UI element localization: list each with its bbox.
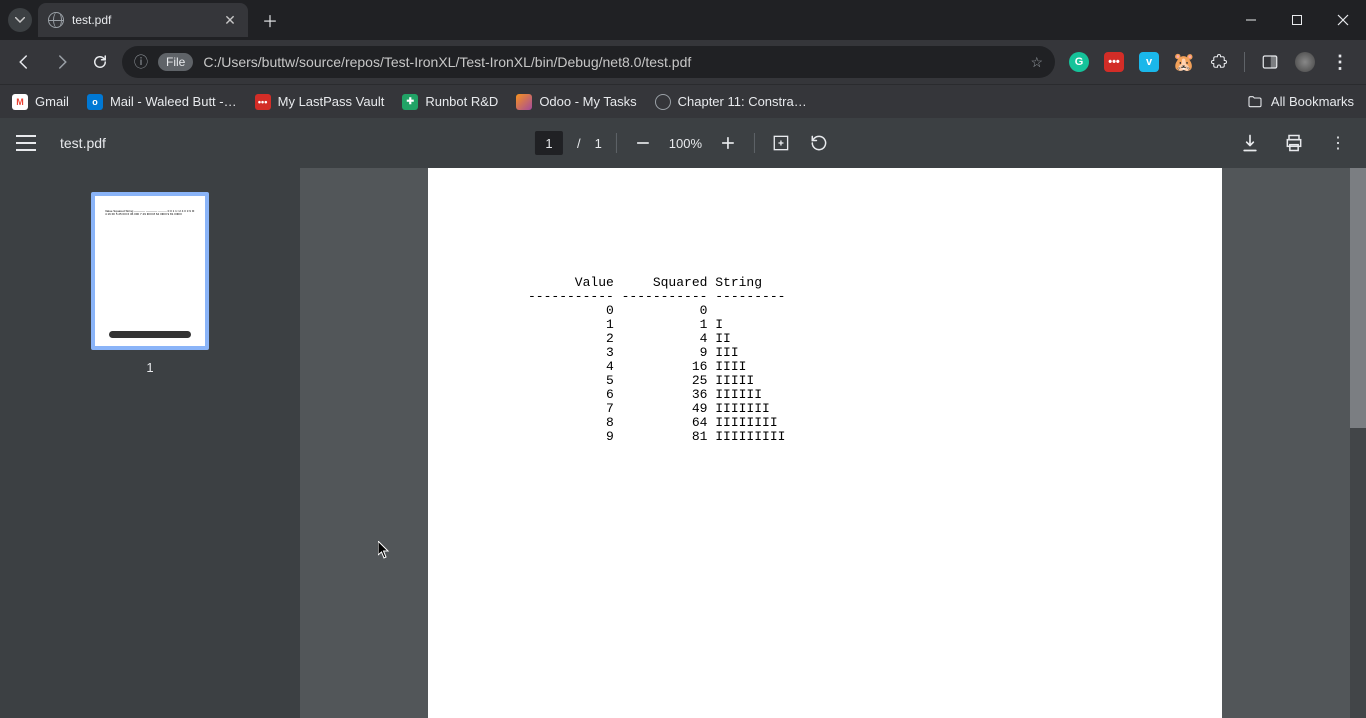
zoom-in-button[interactable]	[716, 131, 740, 155]
close-tab-button[interactable]: ✕	[222, 12, 238, 28]
globe-icon	[48, 12, 64, 28]
separator	[616, 133, 617, 153]
separator	[1244, 52, 1245, 72]
thumbnail-page-number: 1	[146, 360, 153, 375]
page-number-input[interactable]	[535, 131, 563, 155]
file-chip-label: File	[166, 55, 185, 69]
rotate-button[interactable]	[807, 131, 831, 155]
print-button[interactable]	[1282, 131, 1306, 155]
back-button[interactable]	[8, 46, 40, 78]
bookmark-label: Runbot R&D	[425, 94, 498, 109]
pdf-menu-button[interactable]: ⋮	[1326, 131, 1350, 155]
separator	[754, 133, 755, 153]
lastpass-icon[interactable]: •••	[1104, 52, 1124, 72]
sidebar-toggle-button[interactable]	[16, 135, 36, 151]
gmail-icon: M	[12, 94, 28, 110]
reload-button[interactable]	[84, 46, 116, 78]
browser-tabstrip: test.pdf ✕ ＋	[0, 0, 1366, 40]
bookmark-label: Mail - Waleed Butt -…	[110, 94, 237, 109]
chrome-menu-button[interactable]: ⋮	[1330, 52, 1350, 72]
grammarly-icon[interactable]: G	[1069, 52, 1089, 72]
extensions-button[interactable]	[1209, 52, 1229, 72]
maximize-button[interactable]	[1274, 0, 1320, 40]
profile-avatar[interactable]	[1295, 52, 1315, 72]
bookmark-label: My LastPass Vault	[278, 94, 385, 109]
folder-icon	[1247, 94, 1263, 110]
page-viewport[interactable]: Value Squared String ----------- -------…	[300, 168, 1350, 718]
generic-page-icon	[655, 94, 671, 110]
browser-tab[interactable]: test.pdf ✕	[38, 3, 248, 37]
bookmark-gmail[interactable]: M Gmail	[12, 94, 69, 110]
thumbnail-panel: Value Squared String ----------- -------…	[0, 168, 300, 718]
fit-page-button[interactable]	[769, 131, 793, 155]
all-bookmarks-label: All Bookmarks	[1271, 94, 1354, 109]
pdf-right-controls: ⋮	[1238, 131, 1350, 155]
pdf-body: Value Squared String ----------- -------…	[0, 168, 1366, 718]
thumbnail-preview: Value Squared String ----------- -------…	[105, 210, 195, 216]
bookmark-chapter11[interactable]: Chapter 11: Constra…	[655, 94, 807, 110]
scrollbar-thumb[interactable]	[1350, 168, 1366, 428]
bookmark-star-icon[interactable]: ☆	[1030, 54, 1043, 71]
extension-icon[interactable]: 🐹	[1174, 52, 1194, 72]
close-window-button[interactable]	[1320, 0, 1366, 40]
bookmark-odoo[interactable]: Odoo - My Tasks	[516, 94, 636, 110]
site-info-icon[interactable]: ⓘ	[134, 52, 148, 72]
lastpass-icon: •••	[255, 94, 271, 110]
zoom-level: 100%	[669, 136, 702, 151]
side-panel-button[interactable]	[1260, 52, 1280, 72]
bookmark-lastpass[interactable]: ••• My LastPass Vault	[255, 94, 385, 110]
file-chip: File	[158, 53, 193, 71]
pdf-page: Value Squared String ----------- -------…	[428, 168, 1222, 718]
pdf-toolbar: test.pdf / 1 100% ⋮	[0, 118, 1366, 168]
page-total: 1	[595, 136, 602, 151]
extension-icons: G ••• v 🐹 ⋮	[1061, 52, 1358, 72]
odoo-icon	[516, 94, 532, 110]
tab-title: test.pdf	[72, 13, 111, 27]
address-bar[interactable]: ⓘ File C:/Users/buttw/source/repos/Test-…	[122, 46, 1055, 78]
new-tab-button[interactable]: ＋	[256, 6, 284, 34]
minimize-button[interactable]	[1228, 0, 1274, 40]
vimeo-icon[interactable]: v	[1139, 52, 1159, 72]
bookmark-outlook[interactable]: o Mail - Waleed Butt -…	[87, 94, 237, 110]
vertical-scrollbar[interactable]	[1350, 168, 1366, 718]
page-separator: /	[577, 136, 581, 151]
bookmark-label: Chapter 11: Constra…	[678, 94, 807, 109]
outlook-icon: o	[87, 94, 103, 110]
download-button[interactable]	[1238, 131, 1262, 155]
runbot-icon: ✚	[402, 94, 418, 110]
thumbnail-bar	[109, 331, 191, 338]
bookmarks-bar: M Gmail o Mail - Waleed Butt -… ••• My L…	[0, 84, 1366, 118]
pdf-filename: test.pdf	[60, 135, 106, 151]
window-controls	[1228, 0, 1366, 40]
pdf-center-controls: / 1 100%	[535, 131, 831, 155]
bookmark-runbot[interactable]: ✚ Runbot R&D	[402, 94, 498, 110]
page-thumbnail[interactable]: Value Squared String ----------- -------…	[91, 192, 209, 350]
forward-button[interactable]	[46, 46, 78, 78]
tab-search-button[interactable]	[8, 8, 32, 32]
all-bookmarks-button[interactable]: All Bookmarks	[1247, 94, 1354, 110]
url-text: C:/Users/buttw/source/repos/Test-IronXL/…	[203, 54, 1020, 70]
bookmark-label: Odoo - My Tasks	[539, 94, 636, 109]
browser-toolbar: ⓘ File C:/Users/buttw/source/repos/Test-…	[0, 40, 1366, 84]
zoom-out-button[interactable]	[631, 131, 655, 155]
bookmark-label: Gmail	[35, 94, 69, 109]
